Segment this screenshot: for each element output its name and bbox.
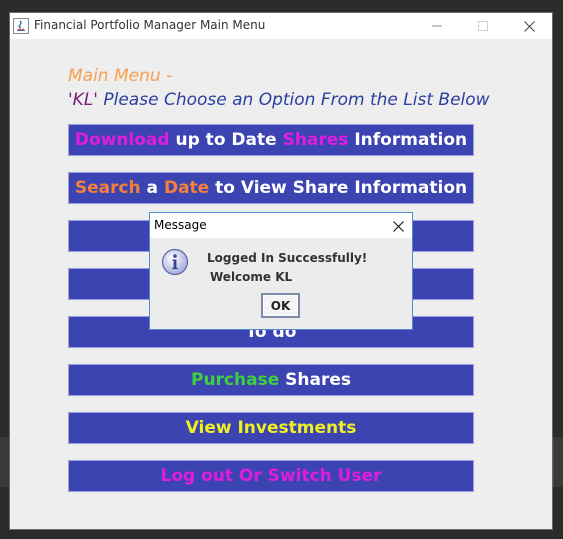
option-label-part: Search — [74, 178, 141, 198]
dialog-titlebar[interactable]: Message — [150, 213, 412, 238]
menu-subtitle: 'KL' Please Choose an Option From the Li… — [68, 90, 490, 110]
dialog-message-line2: Welcome KL — [210, 270, 293, 284]
info-icon — [161, 248, 189, 276]
option-label-part: View Investments — [185, 418, 357, 438]
menu-subtitle-text: Please Choose an Option From the List Be… — [97, 90, 490, 110]
dialog-message-line1: Logged In Successfully! — [207, 251, 368, 265]
option-label-part: Date — [163, 178, 210, 198]
close-icon — [392, 220, 404, 232]
close-button[interactable] — [506, 13, 552, 39]
menu-subtitle-user: 'KL' — [68, 90, 98, 110]
option-label-part: Shares — [279, 370, 352, 390]
option-label-part: Shares — [282, 130, 349, 150]
close-icon — [523, 20, 535, 32]
maximize-button[interactable] — [460, 13, 506, 39]
search-date-button[interactable]: Search a Date to View Share Information — [68, 172, 474, 204]
window-title: Financial Portfolio Manager Main Menu — [34, 18, 266, 32]
window-titlebar[interactable]: Financial Portfolio Manager Main Menu — [10, 13, 552, 39]
download-shares-button[interactable]: Download up to Date Shares Information — [68, 124, 474, 156]
option-label-part: a — [140, 178, 164, 198]
maximize-icon — [478, 21, 488, 31]
minimize-icon — [432, 25, 442, 27]
view-investments-button[interactable]: View Investments — [68, 412, 474, 444]
minimize-button[interactable] — [414, 13, 460, 39]
purchase-shares-button[interactable]: Purchase Shares — [68, 364, 474, 396]
option-label-part: Log out Or Switch User — [160, 466, 382, 486]
dialog-close-button[interactable] — [388, 216, 408, 236]
option-label-part: Purchase — [190, 370, 280, 390]
ok-button[interactable]: OK — [261, 293, 300, 318]
logout-switch-user-button[interactable]: Log out Or Switch User — [68, 460, 474, 492]
option-label-part: Information — [348, 130, 468, 150]
option-label-part: up to Date — [169, 130, 283, 150]
dialog-title: Message — [154, 218, 207, 232]
message-dialog: Message Logged In Successfully! Welcome … — [149, 212, 413, 330]
option-label-part: to View Share Information — [209, 178, 468, 198]
option-label-part: Download — [74, 130, 170, 150]
java-app-icon — [13, 18, 29, 34]
menu-title: Main Menu - — [68, 66, 173, 86]
